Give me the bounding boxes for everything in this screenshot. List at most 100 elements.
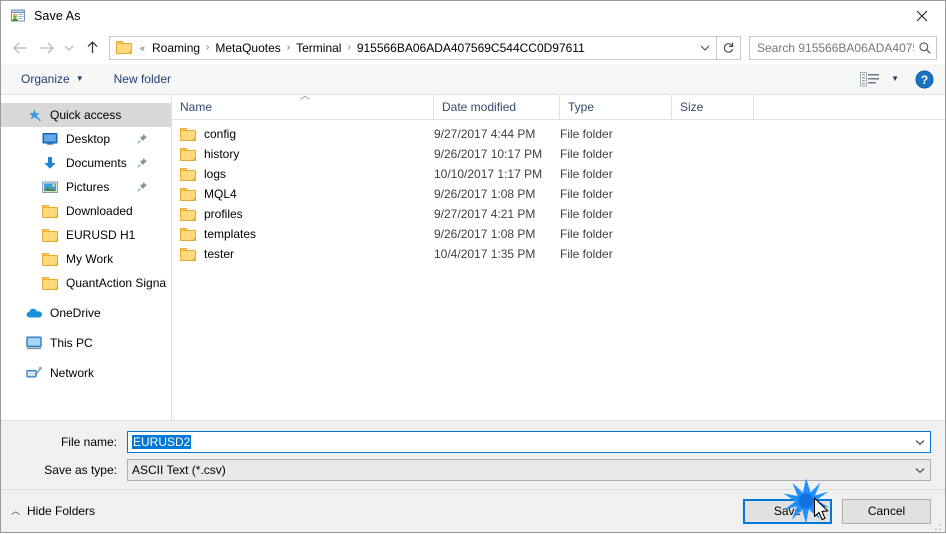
table-row[interactable]: tester 10/4/2017 1:35 PM File folder [172,244,945,264]
breadcrumb-separator: › [286,42,291,53]
column-header-filler [754,95,945,119]
folder-icon [116,40,132,55]
folder-icon [180,227,196,241]
file-list-rows: config 9/27/2017 4:44 PM File folder his… [172,120,945,420]
sidebar-item-this-pc[interactable]: This PC [1,331,171,355]
file-name-label: history [204,147,240,161]
file-name-input[interactable]: EURUSD2 [127,431,931,453]
file-name-cell: history [172,147,434,161]
sidebar-item-label: Pictures [66,180,110,194]
new-folder-label: New folder [113,72,171,86]
breadcrumb: « Roaming › MetaQuotes › Terminal › 9155… [137,41,694,55]
file-name-selected-text: EURUSD2 [132,435,192,449]
sidebar-item-downloaded[interactable]: Downloaded [1,199,171,223]
forward-button[interactable] [33,35,59,61]
sidebar-item-my-work[interactable]: My Work [1,247,171,271]
table-row[interactable]: config 9/27/2017 4:44 PM File folder [172,124,945,144]
pin-icon[interactable] [137,133,149,145]
help-icon[interactable]: ? [911,67,937,91]
view-chevron-down-icon[interactable]: ▼ [891,75,899,83]
file-list-pane: Name ︿ Date modified Type Size config 9/… [172,92,945,420]
column-header-label: Date modified [442,100,517,114]
dialog-footer: ︿ Hide Folders Save Cancel [1,489,945,532]
sidebar-item-label: My Work [66,252,114,266]
search-box[interactable]: Search 915566BA06ADA40756... [749,35,937,60]
close-button[interactable] [899,1,945,31]
desktop-icon [41,131,59,147]
file-name-label: File name: [60,435,117,449]
breadcrumb-item-3[interactable]: 915566BA06ADA407569C544CC0D97611 [355,41,587,55]
table-row[interactable]: templates 9/26/2017 1:08 PM File folder [172,224,945,244]
file-name-row: File name: EURUSD2 [15,431,931,453]
file-name-label: MQL4 [204,187,237,201]
star-pin-icon [25,107,43,123]
search-input[interactable]: Search 915566BA06ADA40756... [750,41,914,55]
recent-locations-button[interactable] [59,35,79,61]
column-header-size[interactable]: Size [672,95,754,119]
search-icon [914,41,936,55]
file-date-cell: 9/27/2017 4:44 PM [434,127,536,141]
resize-grip-icon[interactable] [932,520,942,530]
sidebar-item-label: Network [50,366,95,380]
breadcrumb-item-2[interactable]: Terminal [294,41,343,55]
file-date-cell: 9/27/2017 4:21 PM [434,207,536,221]
refresh-button[interactable] [717,35,741,60]
documents-icon [41,155,59,171]
file-name-label: config [204,127,237,141]
save-as-type-select[interactable]: ASCII Text (*.csv) [127,459,931,481]
save-button[interactable]: Save [743,498,832,524]
table-row[interactable]: MQL4 9/26/2017 1:08 PM File folder [172,184,945,204]
new-folder-button[interactable]: New folder [108,67,177,91]
file-date-cell: 9/26/2017 10:17 PM [434,147,543,161]
table-row[interactable]: history 9/26/2017 10:17 PM File folder [172,144,945,164]
hide-folders-button[interactable]: ︿ Hide Folders [11,504,95,518]
folder-icon [41,203,59,219]
chevron-down-icon[interactable] [910,439,930,446]
sidebar-item-eurusd-h1[interactable]: EURUSD H1 [1,223,171,247]
file-name-cell: MQL4 [172,187,434,201]
column-header-label: Type [568,100,595,114]
sidebar-item-documents[interactable]: Documents [1,151,171,175]
breadcrumb-overflow[interactable]: « [137,43,150,53]
chevron-down-icon[interactable] [694,37,716,59]
file-name-label: templates [204,227,257,241]
view-layout-icon[interactable] [857,69,883,89]
address-bar[interactable]: « Roaming › MetaQuotes › Terminal › 9155… [109,35,717,60]
network-icon [25,365,43,381]
sidebar-item-quick-access[interactable]: Quick access [1,103,171,127]
command-toolbar: Organize ▼ New folder ▼ ? [1,64,945,95]
file-date-cell: 9/26/2017 1:08 PM [434,227,536,241]
up-button[interactable] [79,35,105,61]
folder-icon [180,147,196,161]
file-name-label: logs [204,167,227,181]
sidebar-item-network[interactable]: Network [1,361,171,385]
sidebar-item-pictures[interactable]: Pictures [1,175,171,199]
breadcrumb-item-1[interactable]: MetaQuotes [213,41,282,55]
sidebar-item-label: OneDrive [50,306,101,320]
table-row[interactable]: profiles 9/27/2017 4:21 PM File folder [172,204,945,224]
cancel-button[interactable]: Cancel [842,498,931,524]
folder-icon [180,247,196,261]
sidebar-item-desktop[interactable]: Desktop [1,127,171,151]
chevron-down-icon[interactable] [910,467,930,474]
sidebar-item-onedrive[interactable]: OneDrive [1,301,171,325]
file-name-cell: profiles [172,207,434,221]
pin-icon[interactable] [137,181,149,193]
breadcrumb-separator: › [347,42,351,53]
sidebar-item-quantaction-signal[interactable]: QuantAction Signal [1,271,171,295]
onedrive-icon [25,305,43,321]
column-header-date-modified[interactable]: Date modified [434,95,560,119]
file-name-value[interactable]: EURUSD2 [128,435,910,449]
back-button[interactable] [7,35,33,61]
organize-button[interactable]: Organize ▼ [15,67,90,91]
column-header-name[interactable]: Name ︿ [172,92,434,119]
folder-icon [41,251,59,267]
breadcrumb-item-0[interactable]: Roaming [150,41,202,55]
file-type-cell: File folder [560,167,613,181]
column-header-type[interactable]: Type [560,95,672,119]
file-name-cell: logs [172,167,434,181]
table-row[interactable]: logs 10/10/2017 1:17 PM File folder [172,164,945,184]
pin-icon[interactable] [137,157,149,169]
column-header-label: Name [180,100,213,114]
save-as-type-value: ASCII Text (*.csv) [132,463,226,477]
